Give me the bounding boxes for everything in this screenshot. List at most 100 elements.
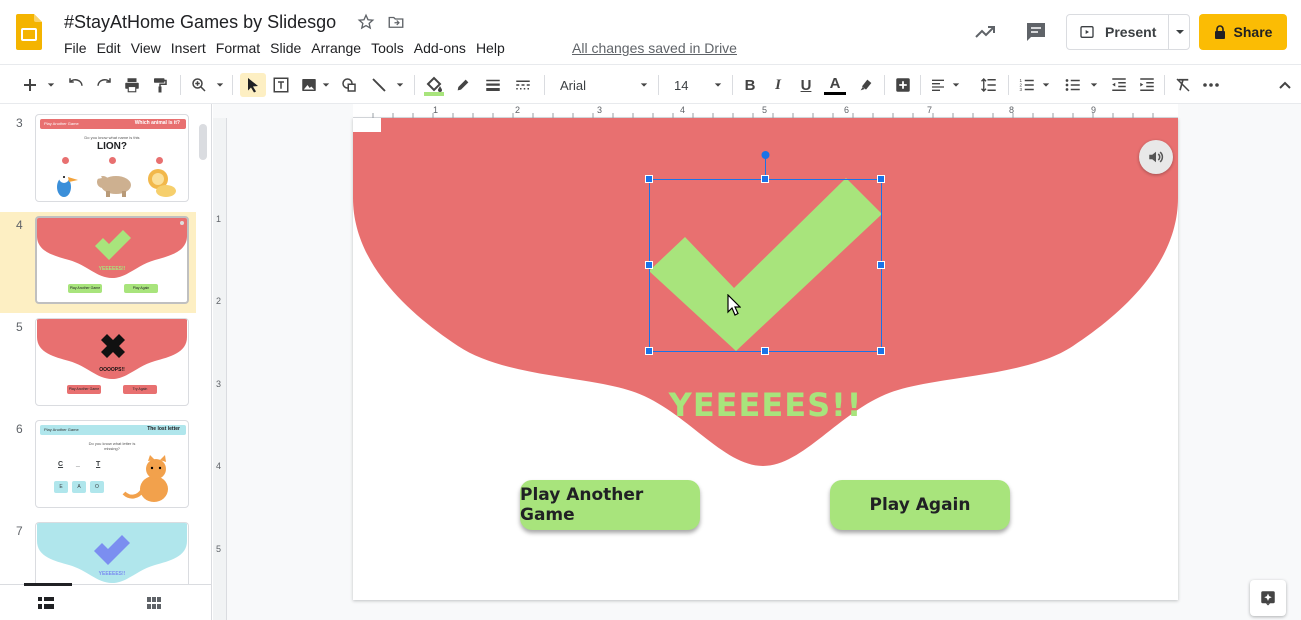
slide-thumbnail-5[interactable]: OOOOPS!! Play Another Game Try Again bbox=[35, 318, 189, 406]
resize-handle-bottom-right[interactable] bbox=[877, 347, 885, 355]
collapse-toolbar-button[interactable] bbox=[1274, 73, 1296, 97]
ruler-number: 6 bbox=[844, 105, 850, 115]
text-box-button[interactable] bbox=[270, 73, 292, 97]
play-another-game-button[interactable]: Play Another Game bbox=[520, 480, 700, 530]
toolbar-separator bbox=[232, 75, 233, 95]
insert-image-button[interactable] bbox=[298, 73, 320, 97]
resize-handle-right[interactable] bbox=[877, 261, 885, 269]
menu-help[interactable]: Help bbox=[476, 40, 512, 56]
resize-handle-bottom-left[interactable] bbox=[645, 347, 653, 355]
chevron-down-icon bbox=[47, 83, 55, 87]
insert-link-button[interactable] bbox=[892, 73, 914, 97]
slide-number: 4 bbox=[16, 218, 23, 232]
grid-view-icon[interactable] bbox=[147, 597, 161, 609]
present-button[interactable]: Present bbox=[1067, 15, 1167, 49]
line-spacing-button[interactable] bbox=[978, 73, 1000, 97]
line-button[interactable] bbox=[368, 73, 390, 97]
numbered-list-dropdown[interactable] bbox=[1040, 73, 1052, 97]
clear-formatting-button[interactable] bbox=[1172, 73, 1194, 97]
filmstrip-view-icon[interactable] bbox=[38, 597, 54, 609]
zoom-button[interactable] bbox=[188, 73, 210, 97]
paint-format-button[interactable] bbox=[150, 73, 170, 97]
menu-addons[interactable]: Add-ons bbox=[414, 40, 473, 56]
select-tool-button[interactable] bbox=[240, 73, 266, 97]
zoom-dropdown[interactable] bbox=[214, 73, 226, 97]
border-dash-icon bbox=[516, 80, 530, 90]
current-slide[interactable]: YEEEEES!! Play Another Game Play Again bbox=[353, 118, 1178, 600]
text-color-button[interactable]: A bbox=[824, 73, 846, 97]
slide-thumbnail-7[interactable]: YEEEEES!! bbox=[35, 522, 189, 586]
filmstrip-scrollbar[interactable] bbox=[199, 124, 207, 160]
border-dash-button[interactable] bbox=[512, 73, 534, 97]
ruler-number: 5 bbox=[216, 544, 222, 554]
numbered-list-button[interactable]: 123 bbox=[1016, 73, 1038, 97]
slide-thumbnail-3[interactable]: Play Another Game Which animal is it? Do… bbox=[35, 114, 189, 202]
underline-button[interactable]: U bbox=[796, 73, 816, 97]
menu-edit[interactable]: Edit bbox=[97, 40, 128, 56]
italic-button[interactable]: I bbox=[768, 73, 788, 97]
undo-button[interactable] bbox=[66, 73, 86, 97]
play-again-button[interactable]: Play Again bbox=[830, 480, 1010, 530]
increase-indent-button[interactable] bbox=[1136, 73, 1158, 97]
highlight-color-button[interactable] bbox=[856, 73, 876, 97]
activity-trend-icon[interactable] bbox=[973, 20, 997, 44]
thumb-header-right: The lost letter bbox=[147, 426, 180, 432]
decrease-indent-button[interactable] bbox=[1108, 73, 1130, 97]
more-options-button[interactable] bbox=[1200, 73, 1222, 97]
menu-view[interactable]: View bbox=[131, 40, 168, 56]
border-color-button[interactable] bbox=[452, 73, 474, 97]
redo-button[interactable] bbox=[94, 73, 114, 97]
font-family-select[interactable]: Arial bbox=[552, 73, 652, 97]
resize-handle-left[interactable] bbox=[645, 261, 653, 269]
thumb-answer: LION? bbox=[97, 141, 127, 152]
share-button[interactable]: Share bbox=[1199, 14, 1287, 50]
thumb-button: Try Again bbox=[123, 385, 157, 394]
align-button[interactable] bbox=[928, 73, 948, 97]
bulleted-list-button[interactable] bbox=[1062, 73, 1084, 97]
menu-slide[interactable]: Slide bbox=[270, 40, 308, 56]
resize-handle-bottom[interactable] bbox=[761, 347, 769, 355]
slide-thumbnail-6[interactable]: Play Another Game The lost letter Do you… bbox=[35, 420, 189, 508]
move-to-folder-icon[interactable] bbox=[387, 13, 405, 31]
ruler-number: 1 bbox=[433, 105, 439, 115]
document-title[interactable]: #StayAtHome Games by Slidesgo bbox=[64, 12, 336, 33]
slides-app: #StayAtHome Games by Slidesgo File Edit … bbox=[0, 0, 1301, 620]
print-button[interactable] bbox=[122, 73, 142, 97]
slides-logo-icon[interactable] bbox=[16, 14, 42, 50]
new-slide-dropdown[interactable] bbox=[44, 73, 58, 97]
shape-button[interactable] bbox=[338, 73, 360, 97]
align-dropdown[interactable] bbox=[950, 73, 962, 97]
present-options-dropdown[interactable] bbox=[1168, 15, 1190, 49]
thumb-checkmark-icon bbox=[94, 535, 130, 565]
menu-tools[interactable]: Tools bbox=[371, 40, 411, 56]
menu-file[interactable]: File bbox=[64, 40, 94, 56]
star-icon[interactable] bbox=[357, 13, 375, 31]
border-weight-button[interactable] bbox=[482, 73, 504, 97]
fill-color-icon bbox=[424, 76, 444, 96]
bold-button[interactable]: B bbox=[740, 73, 760, 97]
horizontal-ruler[interactable]: 1 2 3 4 5 6 7 8 9 bbox=[353, 104, 1178, 118]
bulleted-list-dropdown[interactable] bbox=[1088, 73, 1100, 97]
menu-format[interactable]: Format bbox=[216, 40, 267, 56]
insert-image-dropdown[interactable] bbox=[320, 73, 332, 97]
menu-insert[interactable]: Insert bbox=[171, 40, 213, 56]
thumb-button: Play Another Game bbox=[68, 284, 102, 293]
toolbar-separator bbox=[414, 75, 415, 95]
save-status-link[interactable]: All changes saved in Drive bbox=[572, 40, 737, 56]
comment-icon[interactable] bbox=[1024, 20, 1048, 44]
menu-arrange[interactable]: Arrange bbox=[311, 40, 368, 56]
explore-button[interactable] bbox=[1250, 580, 1286, 616]
font-size-select[interactable]: 14 bbox=[666, 73, 726, 97]
result-text[interactable]: YEEEEES!! bbox=[353, 386, 1178, 424]
resize-handle-top[interactable] bbox=[761, 175, 769, 183]
resize-handle-top-right[interactable] bbox=[877, 175, 885, 183]
new-slide-button[interactable] bbox=[20, 73, 40, 97]
font-family-value: Arial bbox=[560, 77, 587, 93]
resize-handle-top-left[interactable] bbox=[645, 175, 653, 183]
line-dropdown[interactable] bbox=[394, 73, 406, 97]
audio-button[interactable] bbox=[1139, 140, 1173, 174]
toolbar-separator bbox=[920, 75, 921, 95]
fill-color-button[interactable] bbox=[422, 73, 446, 97]
slide-thumbnail-4[interactable]: YEEEEES!! Play Another Game Play Again bbox=[35, 216, 189, 304]
vertical-ruler[interactable]: 1 2 3 4 5 bbox=[213, 118, 227, 620]
